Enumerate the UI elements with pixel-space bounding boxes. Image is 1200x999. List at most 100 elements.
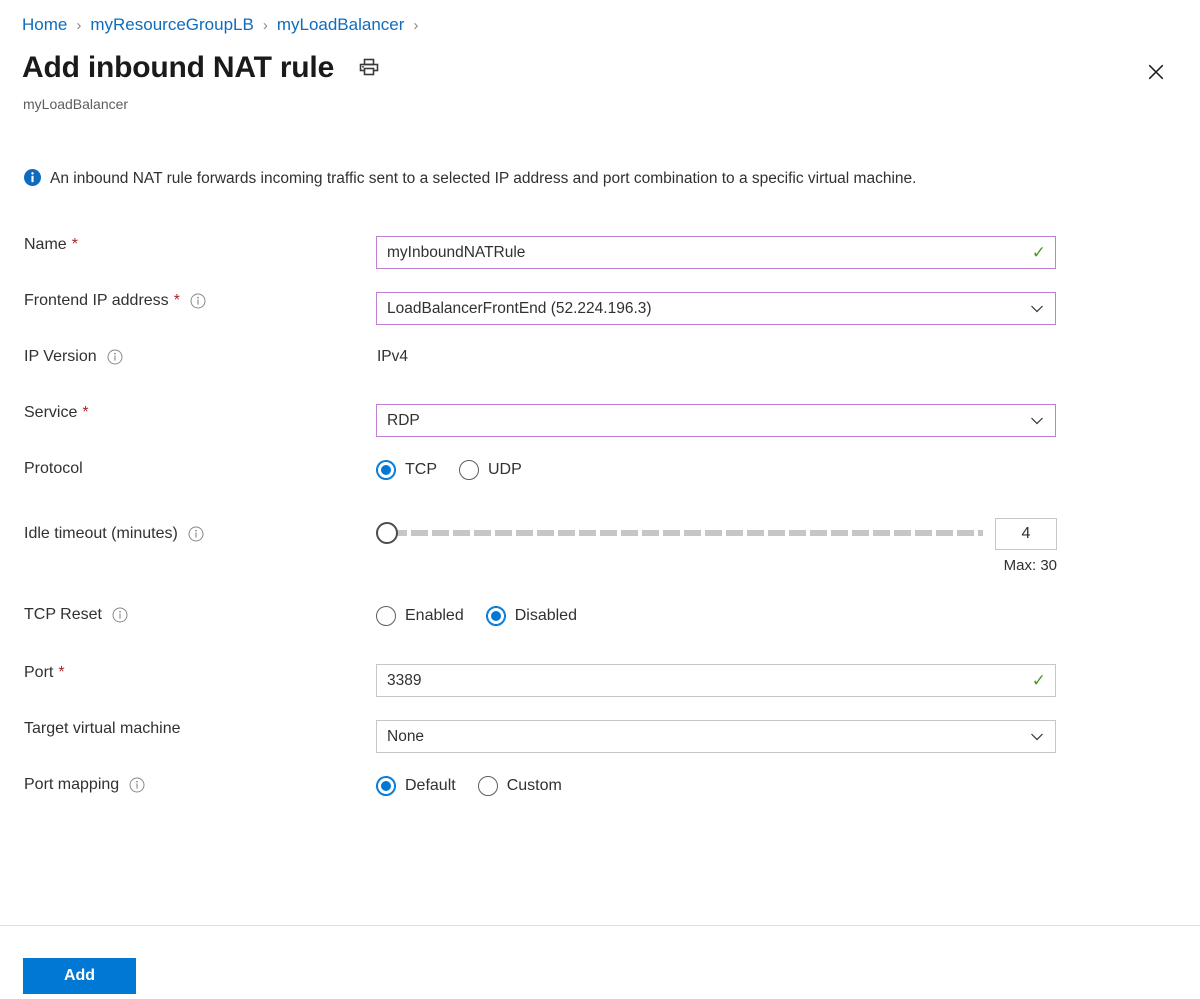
- port-input-value: 3389: [387, 672, 1032, 690]
- label-port-text: Port: [24, 664, 53, 682]
- info-circle-icon[interactable]: [129, 777, 145, 793]
- label-tcp-reset: TCP Reset: [0, 606, 376, 624]
- chevron-down-icon: [1030, 730, 1044, 744]
- idle-timeout-input[interactable]: 4: [995, 518, 1057, 550]
- form-row-service: Service * RDP: [0, 404, 1200, 460]
- service-value: RDP: [387, 412, 1030, 430]
- valid-check-icon: ✓: [1032, 244, 1046, 261]
- form-row-port: Port * 3389 ✓: [0, 664, 1200, 720]
- port-mapping-option-default[interactable]: Default: [376, 776, 456, 796]
- info-circle-icon[interactable]: [107, 349, 123, 365]
- label-frontend-ip: Frontend IP address *: [0, 292, 376, 310]
- label-protocol-text: Protocol: [24, 460, 83, 478]
- label-tcp-reset-text: TCP Reset: [24, 606, 102, 624]
- page-title: Add inbound NAT rule: [22, 48, 334, 88]
- radio-icon: [376, 460, 396, 480]
- port-mapping-radio-group: Default Custom: [376, 776, 562, 796]
- tcp-reset-option-disabled-label: Disabled: [515, 607, 577, 625]
- breadcrumb-item-resource-group[interactable]: myResourceGroupLB: [90, 15, 253, 35]
- label-frontend-ip-text: Frontend IP address: [24, 292, 169, 310]
- chevron-down-icon: [1030, 414, 1044, 428]
- target-vm-value: None: [387, 728, 1030, 746]
- footer-divider: [0, 925, 1200, 926]
- protocol-option-udp[interactable]: UDP: [459, 460, 522, 480]
- label-idle-timeout-text: Idle timeout (minutes): [24, 525, 178, 543]
- breadcrumb-separator-icon: ›: [76, 17, 81, 34]
- breadcrumb: Home › myResourceGroupLB › myLoadBalance…: [22, 12, 427, 38]
- tcp-reset-option-enabled-label: Enabled: [405, 607, 464, 625]
- form-row-ip-version: IP Version IPv4: [0, 348, 1200, 404]
- radio-icon: [376, 606, 396, 626]
- protocol-radio-group: TCP UDP: [376, 460, 522, 480]
- info-banner-text: An inbound NAT rule forwards incoming tr…: [50, 166, 916, 191]
- radio-icon: [459, 460, 479, 480]
- service-dropdown[interactable]: RDP: [376, 404, 1056, 437]
- close-icon: [1146, 62, 1166, 85]
- label-target-vm: Target virtual machine: [0, 720, 376, 738]
- form-row-target-vm: Target virtual machine None: [0, 720, 1200, 776]
- add-button[interactable]: Add: [23, 958, 136, 994]
- label-service-text: Service: [24, 404, 77, 422]
- radio-icon: [486, 606, 506, 626]
- nat-rule-form: Name * myInboundNATRule ✓ Frontend IP ad…: [0, 236, 1200, 832]
- port-mapping-option-custom-label: Custom: [507, 777, 562, 795]
- valid-check-icon: ✓: [1032, 672, 1046, 689]
- idle-timeout-slider[interactable]: [376, 518, 983, 548]
- label-protocol: Protocol: [0, 460, 376, 478]
- info-banner: An inbound NAT rule forwards incoming tr…: [24, 166, 1014, 194]
- close-button[interactable]: [1140, 57, 1172, 89]
- breadcrumb-item-load-balancer[interactable]: myLoadBalancer: [277, 15, 405, 35]
- port-input[interactable]: 3389 ✓: [376, 664, 1056, 697]
- breadcrumb-item-home[interactable]: Home: [22, 15, 67, 35]
- name-input-value: myInboundNATRule: [387, 244, 1032, 262]
- radio-icon: [376, 776, 396, 796]
- label-idle-timeout: Idle timeout (minutes): [0, 518, 376, 550]
- info-circle-icon[interactable]: [112, 607, 128, 623]
- form-row-tcp-reset: TCP Reset Enabled Disabled: [0, 606, 1200, 664]
- idle-timeout-max-label: Max: 30: [1004, 557, 1057, 574]
- tcp-reset-radio-group: Enabled Disabled: [376, 606, 577, 626]
- form-row-frontend-ip: Frontend IP address * LoadBalancerFrontE…: [0, 292, 1200, 348]
- form-row-port-mapping: Port mapping Default Custom: [0, 776, 1200, 832]
- page-header: Add inbound NAT rule: [22, 48, 382, 88]
- breadcrumb-separator-icon: ›: [263, 17, 268, 34]
- port-mapping-option-custom[interactable]: Custom: [478, 776, 562, 796]
- form-row-name: Name * myInboundNATRule ✓: [0, 236, 1200, 292]
- required-asterisk: *: [174, 292, 180, 310]
- label-port: Port *: [0, 664, 376, 682]
- slider-thumb[interactable]: [376, 522, 398, 544]
- label-name: Name *: [0, 236, 376, 254]
- label-name-text: Name: [24, 236, 67, 254]
- printer-icon: [358, 56, 380, 81]
- slider-track: [390, 530, 983, 536]
- label-port-mapping: Port mapping: [0, 776, 376, 794]
- required-asterisk: *: [72, 236, 78, 254]
- form-row-idle-timeout: Idle timeout (minutes) 4 Max: 30: [0, 518, 1200, 606]
- required-asterisk: *: [58, 664, 64, 682]
- label-service: Service *: [0, 404, 376, 422]
- frontend-ip-dropdown[interactable]: LoadBalancerFrontEnd (52.224.196.3): [376, 292, 1056, 325]
- protocol-option-tcp-label: TCP: [405, 461, 437, 479]
- breadcrumb-separator-icon: ›: [413, 17, 418, 34]
- port-mapping-option-default-label: Default: [405, 777, 456, 795]
- info-circle-icon[interactable]: [190, 293, 206, 309]
- print-button[interactable]: [356, 55, 382, 81]
- name-input[interactable]: myInboundNATRule ✓: [376, 236, 1056, 269]
- label-target-vm-text: Target virtual machine: [24, 720, 181, 738]
- frontend-ip-value: LoadBalancerFrontEnd (52.224.196.3): [387, 300, 1030, 318]
- radio-icon: [478, 776, 498, 796]
- label-port-mapping-text: Port mapping: [24, 776, 119, 794]
- protocol-option-tcp[interactable]: TCP: [376, 460, 437, 480]
- chevron-down-icon: [1030, 302, 1044, 316]
- form-row-protocol: Protocol TCP UDP: [0, 460, 1200, 518]
- target-vm-dropdown[interactable]: None: [376, 720, 1056, 753]
- info-filled-icon: [24, 169, 41, 194]
- idle-timeout-control: 4 Max: 30: [376, 518, 1057, 574]
- ip-version-value: IPv4: [376, 348, 408, 366]
- label-ip-version-text: IP Version: [24, 348, 97, 366]
- tcp-reset-option-enabled[interactable]: Enabled: [376, 606, 464, 626]
- tcp-reset-option-disabled[interactable]: Disabled: [486, 606, 577, 626]
- protocol-option-udp-label: UDP: [488, 461, 522, 479]
- info-circle-icon[interactable]: [188, 526, 204, 542]
- required-asterisk: *: [82, 404, 88, 422]
